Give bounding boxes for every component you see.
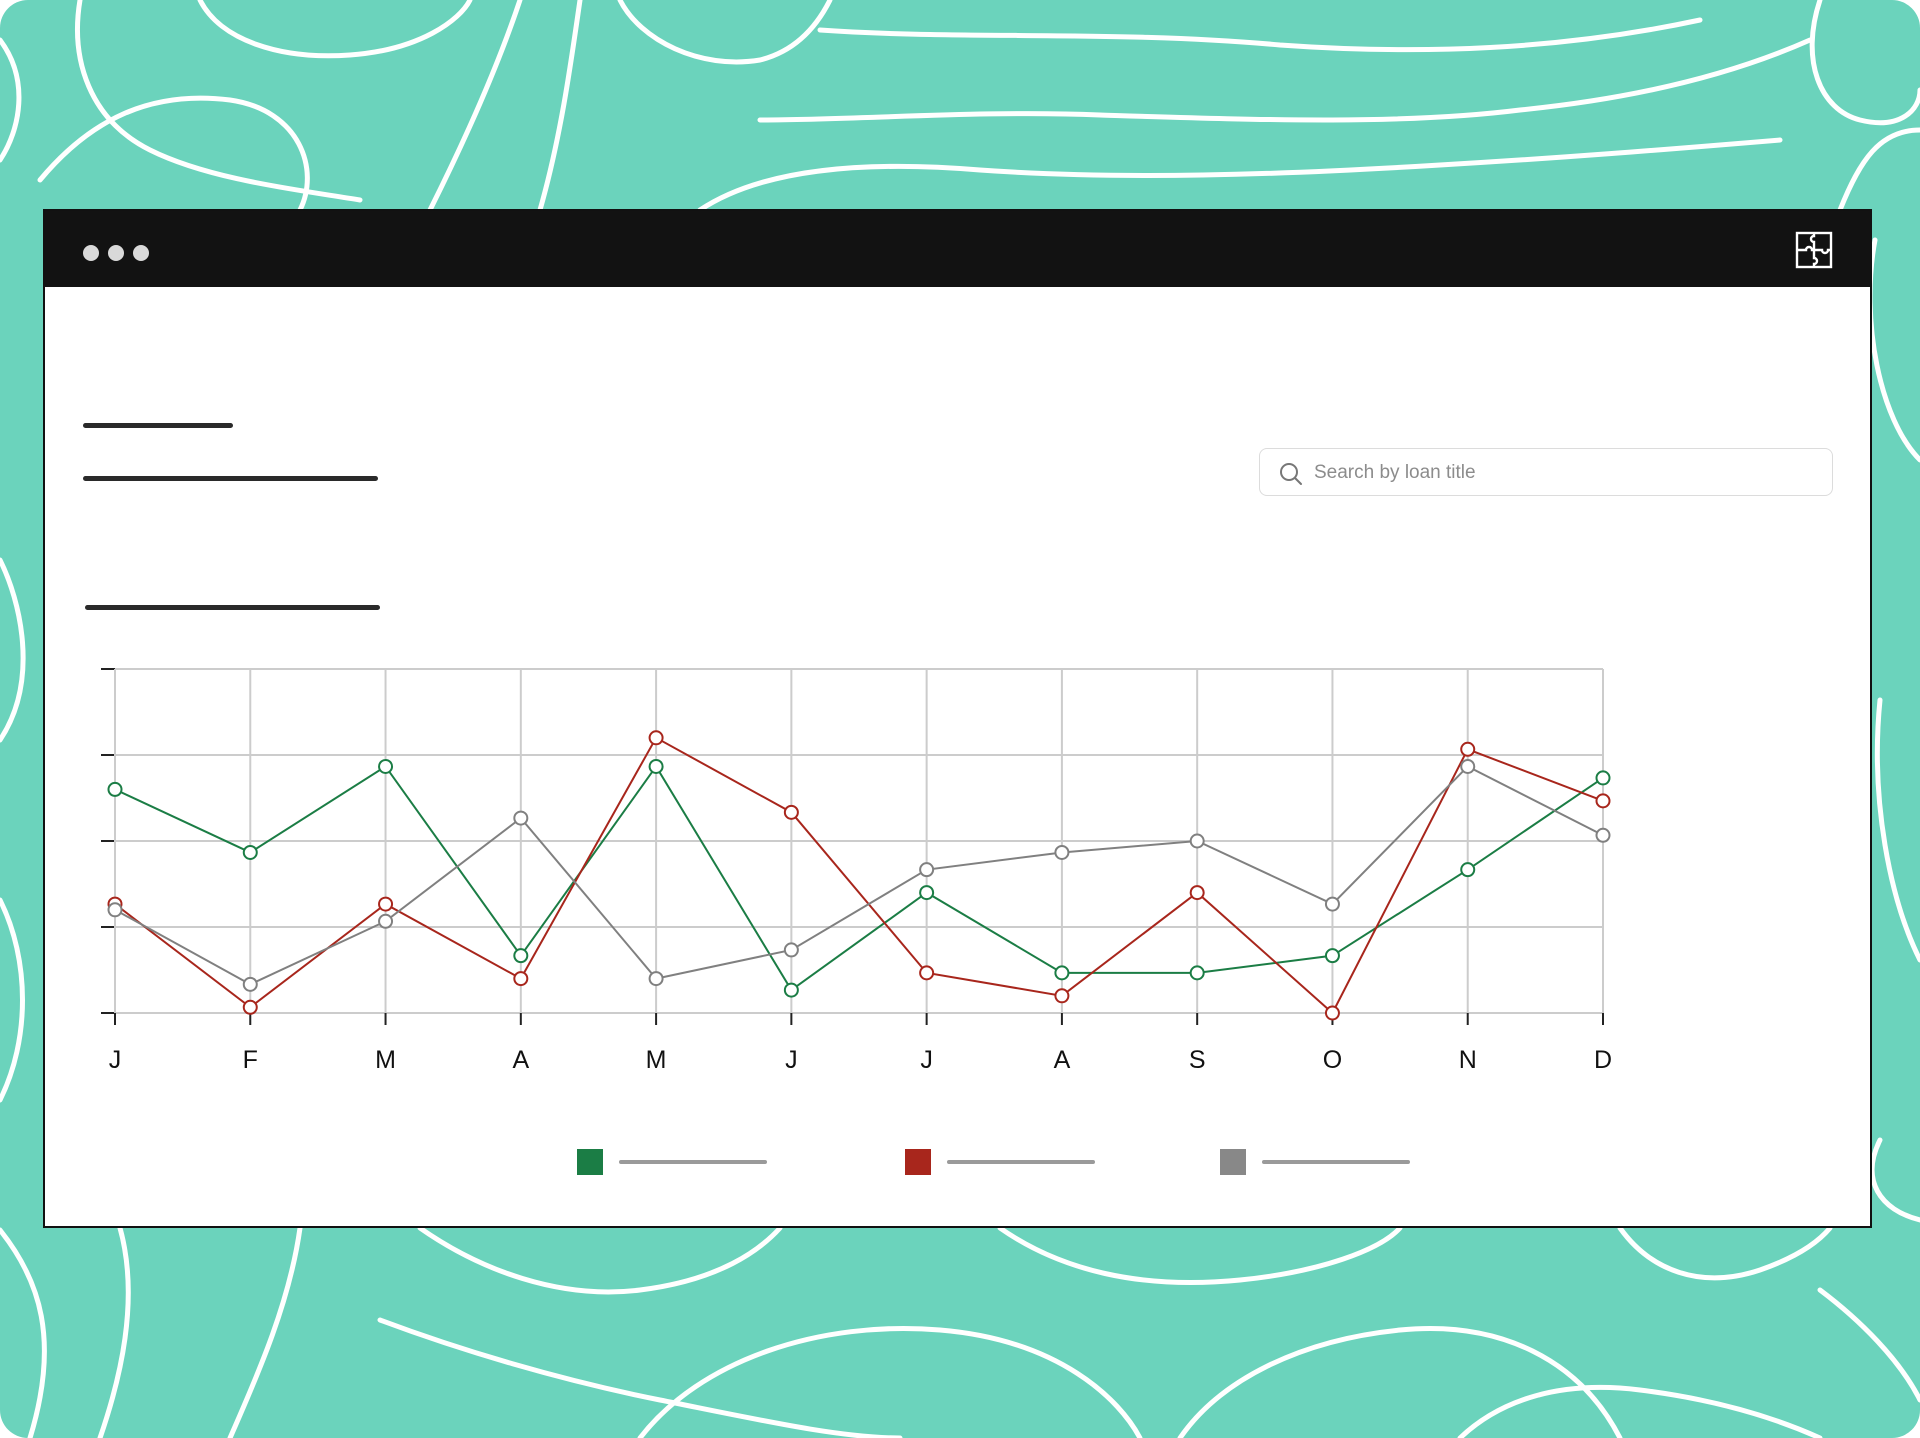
data-point-series-2 — [513, 971, 529, 987]
legend-label-placeholder-3 — [1262, 1160, 1410, 1164]
series-line-3 — [114, 765, 1604, 986]
x-tick-label: D — [1594, 1046, 1612, 1074]
data-point-series-1 — [1189, 965, 1205, 981]
data-point-series-2 — [919, 965, 935, 981]
data-point-series-1 — [1324, 948, 1340, 964]
x-tick-label: M — [375, 1046, 396, 1074]
data-point-series-2 — [648, 730, 664, 746]
legend-label-placeholder-2 — [947, 1160, 1095, 1164]
data-point-series-2 — [1324, 1005, 1340, 1021]
data-point-series-1 — [1054, 965, 1070, 981]
data-point-series-2 — [242, 999, 258, 1015]
data-point-series-3 — [242, 976, 258, 992]
legend-swatch-2 — [905, 1149, 931, 1175]
data-point-series-3 — [919, 862, 935, 878]
data-point-series-1 — [919, 885, 935, 901]
data-point-series-3 — [783, 942, 799, 958]
x-tick-label: J — [109, 1046, 122, 1074]
app-window: JFMAMJJASOND — [43, 209, 1872, 1228]
data-point-series-1 — [783, 982, 799, 998]
data-point-series-1 — [513, 948, 529, 964]
legend-swatch-1 — [577, 1149, 603, 1175]
series-line-2 — [114, 736, 1604, 1015]
x-tick-label: F — [243, 1046, 258, 1074]
data-point-series-3 — [107, 902, 123, 918]
data-point-series-1 — [1460, 862, 1476, 878]
x-tick-label: S — [1189, 1046, 1206, 1074]
data-point-series-3 — [1054, 844, 1070, 860]
x-tick-label: A — [1054, 1046, 1071, 1074]
data-point-series-3 — [378, 913, 394, 929]
data-point-series-1 — [1595, 770, 1611, 786]
data-point-series-1 — [242, 844, 258, 860]
x-tick-label: O — [1323, 1046, 1342, 1074]
data-point-series-3 — [648, 971, 664, 987]
data-point-series-1 — [378, 758, 394, 774]
x-tick-label: N — [1459, 1046, 1477, 1074]
data-point-series-3 — [513, 810, 529, 826]
desktop-background: JFMAMJJASOND — [0, 0, 1920, 1438]
legend-swatch-3 — [1220, 1149, 1246, 1175]
data-point-series-2 — [1054, 988, 1070, 1004]
x-tick-label: A — [512, 1046, 529, 1074]
x-tick-label: M — [646, 1046, 667, 1074]
data-point-series-3 — [1595, 827, 1611, 843]
data-point-series-1 — [107, 781, 123, 797]
data-point-series-3 — [1324, 896, 1340, 912]
data-point-series-2 — [378, 896, 394, 912]
data-point-series-3 — [1460, 758, 1476, 774]
data-point-series-2 — [783, 804, 799, 820]
data-point-series-1 — [648, 758, 664, 774]
data-point-series-2 — [1595, 793, 1611, 809]
x-tick-label: J — [920, 1046, 933, 1074]
data-point-series-2 — [1460, 741, 1476, 757]
data-point-series-3 — [1189, 833, 1205, 849]
data-point-series-2 — [1189, 885, 1205, 901]
legend-label-placeholder-1 — [619, 1160, 767, 1164]
line-chart: JFMAMJJASOND — [101, 668, 1612, 1074]
x-tick-label: J — [785, 1046, 798, 1074]
series-line-1 — [114, 764, 1604, 992]
